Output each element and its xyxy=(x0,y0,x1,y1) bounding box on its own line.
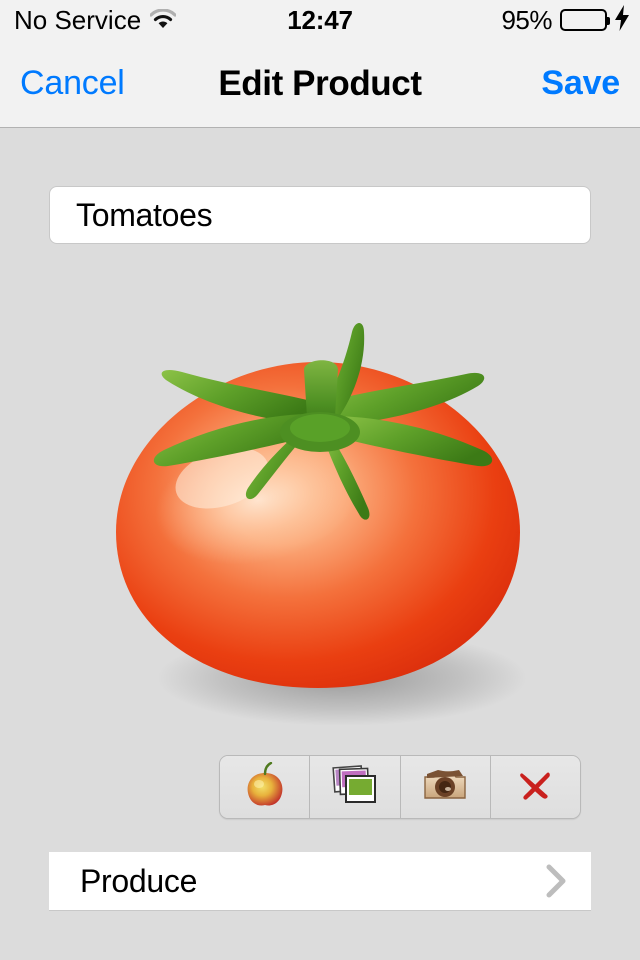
battery-percent-label: 95% xyxy=(501,4,552,35)
category-label: Produce xyxy=(80,862,198,899)
save-button[interactable]: Save xyxy=(541,64,620,103)
navigation-bar: Cancel Edit Product Save xyxy=(0,40,640,128)
delete-x-icon xyxy=(514,764,556,811)
tomato-illustration xyxy=(116,323,527,726)
status-bar: No Service 12:47 95% xyxy=(0,0,640,40)
chevron-right-icon xyxy=(545,863,567,899)
photo-library-button[interactable] xyxy=(310,756,401,818)
image-source-toolbar xyxy=(219,755,581,819)
category-row[interactable]: Produce xyxy=(49,852,591,911)
clock-label: 12:47 xyxy=(287,4,353,35)
product-name-input[interactable]: Tomatoes xyxy=(49,186,591,244)
stock-image-button[interactable] xyxy=(220,756,311,818)
photo-library-icon xyxy=(331,763,379,812)
edit-product-screen: No Service 12:47 95% Cancel Edit Product… xyxy=(0,0,640,960)
remove-image-button[interactable] xyxy=(490,756,580,818)
lightning-bolt-icon xyxy=(614,4,630,36)
battery-icon xyxy=(560,9,610,31)
product-image-preview[interactable] xyxy=(0,260,640,750)
apple-icon xyxy=(244,761,286,813)
camera-icon xyxy=(421,765,469,810)
status-bar-right: 95% xyxy=(501,0,630,40)
take-photo-button[interactable] xyxy=(400,756,491,818)
